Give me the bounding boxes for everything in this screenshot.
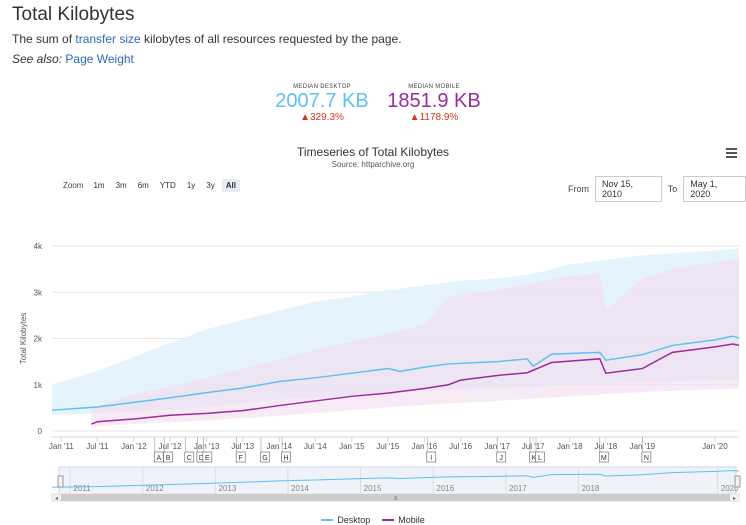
x-tick-label: Jul '17 [522,442,545,451]
navigator-year-label: 2011 [73,484,91,493]
navigator-year-label: 2017 [509,484,527,493]
x-tick-label: Jul '18 [594,442,617,451]
x-tick-label: Jul '13 [231,442,254,451]
scroll-grip-icon: ≡ [394,496,398,502]
legend-swatch [382,519,395,521]
scroll-right-icon: ▸ [733,496,736,502]
annotation-label: J [499,455,503,462]
x-tick-label: Jan '16 [412,442,438,451]
annotation-label: A [156,455,161,462]
annotation-label: F [239,455,243,462]
legend-item-mobile[interactable]: Mobile [382,515,425,525]
annotation-label: G [262,455,267,462]
annotation-label: C [187,455,192,462]
y-tick-label: 0 [38,427,43,436]
x-tick-label: Jan '15 [339,442,365,451]
annotation-label: H [284,455,289,462]
navigator-year-label: 2018 [582,484,600,493]
annotation-label: L [538,455,542,462]
x-tick-label: Jan '18 [557,442,583,451]
x-tick-label: Jul '14 [304,442,327,451]
timeseries-chart: 0 1k 2k 3k 4k Total Kilobytes Jan '11 Jul '11 Ja… [19,242,741,502]
x-tick-label: Jan '13 [194,442,220,451]
legend-label: Mobile [398,515,425,525]
x-tick-label: Jan '12 [121,442,147,451]
legend-item-desktop[interactable]: Desktop [321,515,370,525]
chart-legend: Desktop Mobile [0,513,746,525]
x-tick-label: Jan '11 [49,442,75,451]
legend-label: Desktop [337,515,371,525]
legend-swatch [321,519,334,521]
navigator-year-label: 2013 [218,484,236,493]
y-tick-label: 4k [34,242,43,251]
y-axis-label: Total Kilobytes [19,313,28,365]
x-tick-label: Jul '15 [376,442,399,451]
annotation-label: E [205,455,210,462]
y-tick-label: 2k [34,335,43,344]
annotation-label: B [166,455,171,462]
y-tick-label: 1k [34,381,43,390]
x-tick-label: Jan '20 [702,442,728,451]
navigator-year-label: 2014 [291,484,309,493]
navigator-year-label: 2015 [364,484,382,493]
x-tick-label: Jul '11 [86,442,109,451]
x-tick-label: Jan '14 [267,442,293,451]
y-tick-label: 3k [34,288,43,297]
x-tick-label: Jul '16 [449,442,472,451]
x-tick-label: Jul '12 [159,442,182,451]
navigator-handle-left[interactable] [57,475,64,488]
navigator-year-label: 2016 [436,484,454,493]
annotation-label: I [430,455,432,462]
scroll-left-icon: ◂ [55,496,58,502]
annotation-label: N [644,455,649,462]
annotation-label: M [601,455,607,462]
navigator-handle-right[interactable] [734,475,741,488]
